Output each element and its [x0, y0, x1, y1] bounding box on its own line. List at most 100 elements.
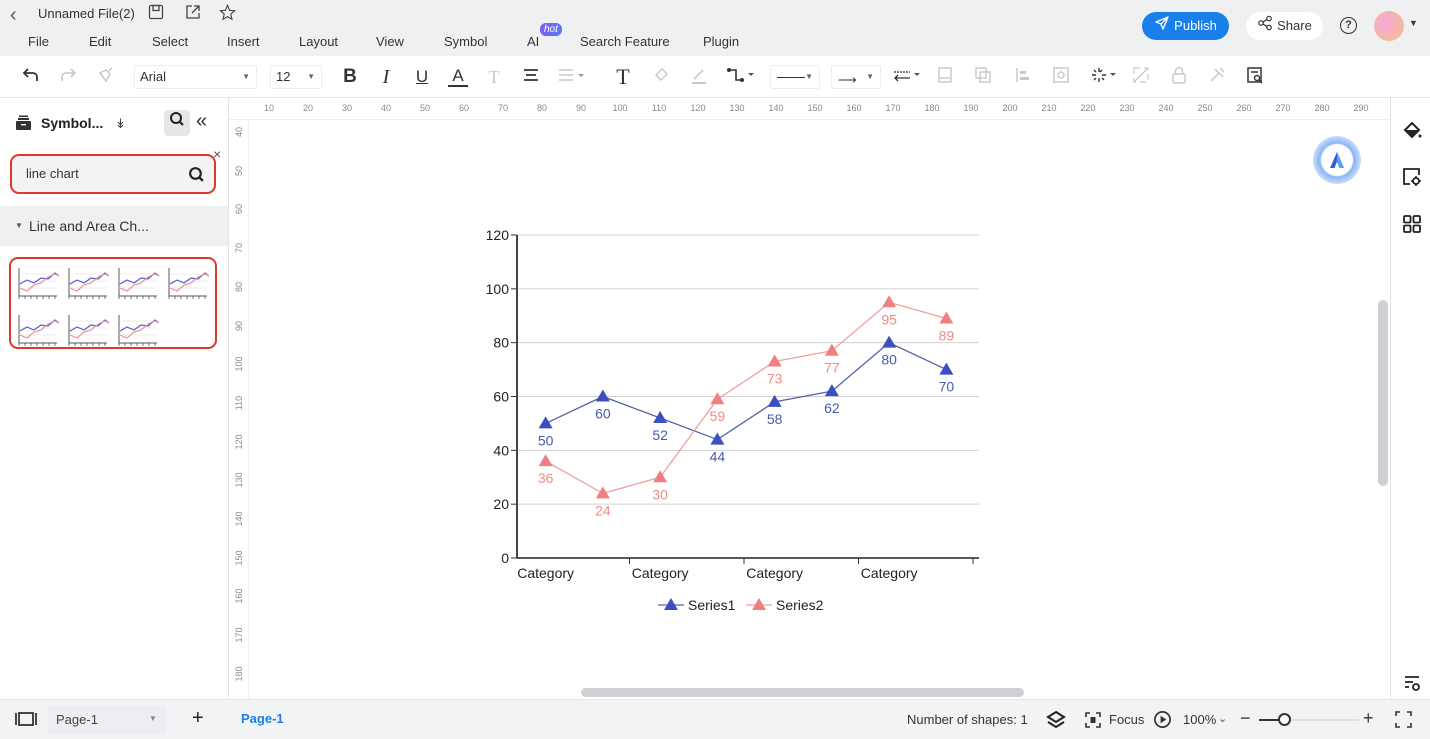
tools-icon[interactable] [1206, 66, 1228, 88]
chevron-down-icon[interactable]: ▼ [1409, 18, 1418, 28]
export-icon[interactable] [184, 4, 202, 22]
zoom-out-button[interactable]: − [1240, 708, 1251, 729]
menu-plugin[interactable]: Plugin [703, 34, 739, 49]
hot-badge: hot [540, 23, 562, 36]
focus-icon[interactable] [1084, 711, 1102, 732]
italic-icon[interactable]: I [376, 66, 396, 88]
zoom-level[interactable]: 100% [1183, 712, 1216, 727]
bold-icon[interactable]: B [340, 66, 360, 88]
zoom-slider[interactable] [1259, 713, 1359, 726]
connector-icon[interactable] [726, 66, 756, 88]
search-toggle-button[interactable] [164, 110, 190, 136]
zoom-slider-handle[interactable] [1278, 713, 1291, 726]
menu-edit[interactable]: Edit [89, 34, 111, 49]
ai-assistant-button[interactable] [1313, 136, 1361, 184]
format-painter-icon[interactable] [95, 66, 117, 88]
ruler-tick-label: 110 [651, 103, 667, 113]
lock-icon[interactable] [1168, 66, 1190, 88]
group-icon[interactable] [972, 66, 994, 88]
play-icon[interactable] [1153, 710, 1172, 732]
bring-front-icon[interactable] [934, 66, 956, 88]
category-header-line-area-charts[interactable]: ▼ Line and Area Ch... [0, 206, 228, 246]
ruler-tick-label: 250 [1197, 103, 1213, 113]
search-icon[interactable] [188, 166, 205, 188]
line-color-icon[interactable] [688, 66, 710, 88]
line-spacing-icon[interactable] [556, 66, 586, 88]
ruler-tick-label: 50 [419, 103, 431, 113]
ruler-tick-label: 120 [234, 434, 244, 450]
fullscreen-icon[interactable] [1395, 711, 1412, 731]
font-color-icon[interactable]: A [448, 66, 468, 87]
menu-view[interactable]: View [376, 34, 404, 49]
symbol-thumbnail-line-chart[interactable] [115, 264, 160, 302]
back-icon[interactable]: ‹ [10, 4, 17, 27]
save-icon[interactable] [147, 4, 165, 22]
collapse-panel-icon[interactable]: « [196, 110, 207, 133]
status-bar: Page-1 ▼ + Page-1 Number of shapes: 1 Fo… [0, 699, 1430, 739]
page-view-icon[interactable] [14, 711, 38, 730]
star-icon[interactable] [218, 3, 236, 22]
caret-down-icon: ▼ [149, 714, 157, 723]
menu-symbol[interactable]: Symbol [444, 34, 487, 49]
ruler-tick-label: 70 [234, 243, 244, 254]
text-style-icon[interactable]: T [484, 66, 504, 88]
expand-icon[interactable]: ↡ [115, 116, 126, 132]
settings-list-icon[interactable] [1401, 673, 1423, 695]
font-size-select[interactable]: 12 ▼ [270, 65, 322, 89]
menu-ai[interactable]: AI [527, 34, 539, 49]
page-tab-active[interactable]: Page-1 [241, 711, 284, 726]
ruler-tick-label: 10 [263, 103, 275, 113]
menu-select[interactable]: Select [152, 34, 188, 49]
avatar[interactable] [1374, 11, 1404, 41]
redo-icon[interactable] [57, 66, 79, 88]
line-jump-icon[interactable] [892, 66, 922, 88]
page-select[interactable]: Page-1 ▼ [48, 706, 166, 734]
library-title[interactable]: Symbol... [41, 115, 103, 131]
symbol-thumbnail-line-chart[interactable] [15, 264, 60, 302]
chevron-down-icon[interactable]: ⌄ [1218, 712, 1227, 725]
publish-button[interactable]: Publish [1142, 12, 1229, 40]
symbol-thumbnail-line-chart[interactable] [65, 264, 110, 302]
symbol-thumbnail-line-chart[interactable] [65, 311, 110, 349]
menu-file[interactable]: File [28, 34, 49, 49]
ruler-tick-label: 100 [612, 103, 628, 113]
underline-icon[interactable]: U [412, 66, 432, 88]
help-icon[interactable]: ? [1340, 17, 1357, 34]
vertical-scrollbar[interactable] [1378, 300, 1388, 486]
file-name[interactable]: Unnamed File(2) [38, 6, 135, 21]
symbol-thumbnail-line-chart[interactable] [165, 264, 210, 302]
add-page-button[interactable]: + [192, 707, 204, 730]
undo-icon[interactable] [20, 66, 42, 88]
align-icon[interactable] [520, 66, 542, 88]
focus-label[interactable]: Focus [1109, 712, 1144, 727]
ruler-tick-label: 290 [1353, 103, 1369, 113]
menu-search-feature[interactable]: Search Feature [580, 34, 670, 49]
fill-bucket-icon[interactable] [1401, 120, 1423, 142]
grid-apps-icon[interactable] [1401, 214, 1423, 236]
ruler-tick-label: 190 [963, 103, 979, 113]
fill-color-icon[interactable] [650, 66, 672, 88]
zoom-in-button[interactable]: + [1363, 708, 1374, 729]
ruler-tick-label: 40 [380, 103, 392, 113]
font-family-select[interactable]: Arial ▼ [134, 65, 257, 89]
arrow-style-select[interactable]: ⟶ ▼ [831, 65, 881, 89]
layers-icon[interactable] [1046, 710, 1066, 733]
edit-shape-icon[interactable] [1130, 66, 1152, 88]
ruler-tick-label: 90 [234, 320, 244, 331]
search-results [9, 257, 217, 349]
share-button[interactable]: Share [1246, 12, 1323, 40]
drawing-canvas[interactable] [250, 121, 1390, 699]
menu-layout[interactable]: Layout [299, 34, 338, 49]
menu-insert[interactable]: Insert [227, 34, 260, 49]
symbol-thumbnail-line-chart[interactable] [15, 311, 60, 349]
symbol-thumbnail-line-chart[interactable] [115, 311, 160, 349]
effects-icon[interactable] [1090, 66, 1120, 88]
crop-icon[interactable] [1050, 66, 1072, 88]
shape-settings-icon[interactable] [1401, 167, 1423, 189]
find-replace-icon[interactable] [1244, 66, 1266, 88]
text-tool-icon[interactable]: T [612, 66, 634, 88]
line-style-select[interactable]: ▼ [770, 65, 820, 89]
horizontal-scrollbar[interactable] [581, 688, 1024, 697]
align-objects-icon[interactable] [1012, 66, 1034, 88]
symbol-search-input[interactable] [26, 166, 176, 181]
